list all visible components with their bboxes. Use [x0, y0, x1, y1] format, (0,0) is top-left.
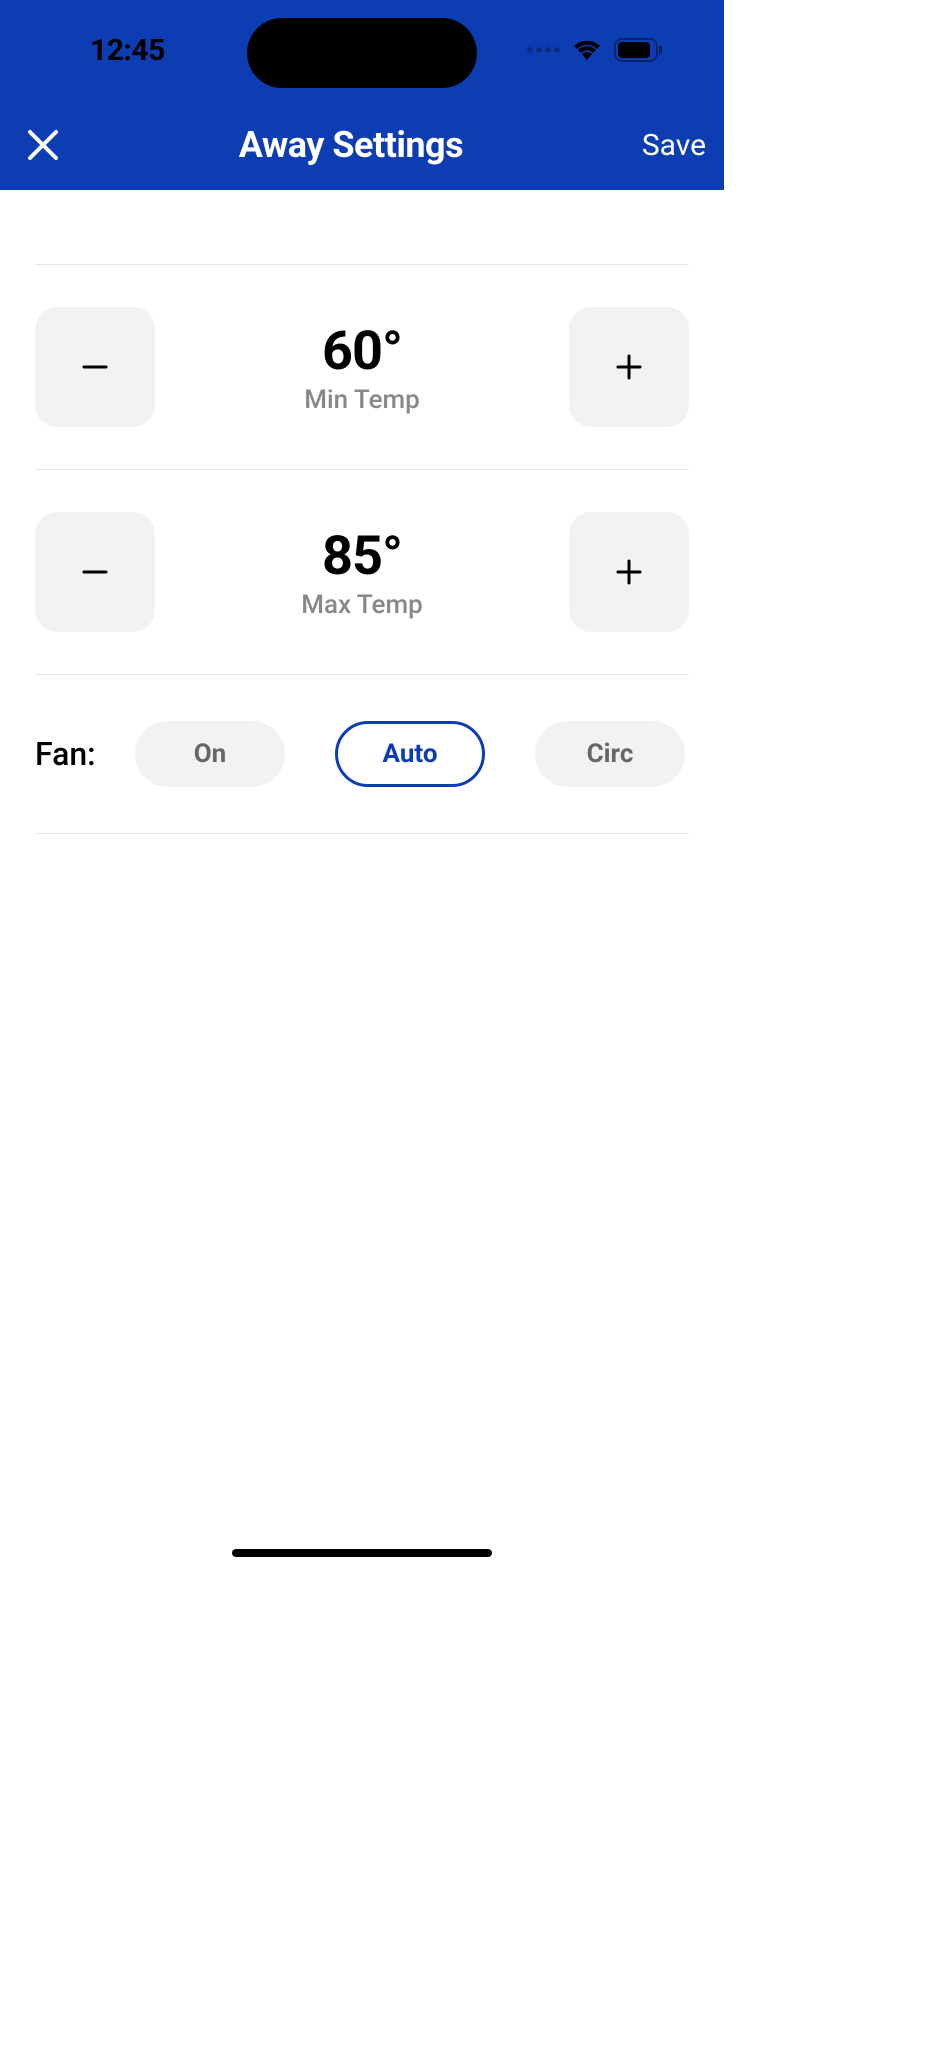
fan-row: Fan: On Auto Circ [35, 675, 689, 834]
cellular-icon [527, 47, 560, 53]
fan-option-auto[interactable]: Auto [335, 721, 485, 787]
fan-option-circ[interactable]: Circ [535, 721, 685, 787]
fan-label: Fan: [35, 735, 135, 773]
minus-icon [80, 557, 110, 587]
minus-icon [80, 352, 110, 382]
fan-options: On Auto Circ [135, 721, 689, 787]
battery-icon [614, 38, 664, 62]
max-temp-value: 85° [322, 525, 402, 588]
max-temp-decrease-button[interactable] [35, 512, 155, 632]
plus-icon [614, 557, 644, 587]
page-title: Away Settings [239, 124, 463, 166]
min-temp-row: 60° Min Temp [35, 265, 689, 470]
status-time: 12:45 [90, 33, 165, 68]
header: Away Settings Save [0, 100, 724, 190]
max-temp-row: 85° Max Temp [35, 470, 689, 675]
min-temp-decrease-button[interactable] [35, 307, 155, 427]
top-divider [35, 190, 689, 265]
device-notch [247, 18, 477, 88]
min-temp-increase-button[interactable] [569, 307, 689, 427]
plus-icon [614, 352, 644, 382]
save-button[interactable]: Save [642, 128, 706, 163]
max-temp-label: Max Temp [301, 590, 423, 620]
fan-option-on[interactable]: On [135, 721, 285, 787]
close-icon[interactable] [26, 128, 60, 162]
min-temp-value: 60° [322, 320, 402, 383]
wifi-icon [572, 39, 602, 61]
home-indicator[interactable] [232, 1549, 492, 1557]
min-temp-label: Min Temp [304, 385, 420, 415]
status-icons [527, 38, 664, 62]
status-bar: 12:45 [0, 0, 724, 100]
max-temp-increase-button[interactable] [569, 512, 689, 632]
